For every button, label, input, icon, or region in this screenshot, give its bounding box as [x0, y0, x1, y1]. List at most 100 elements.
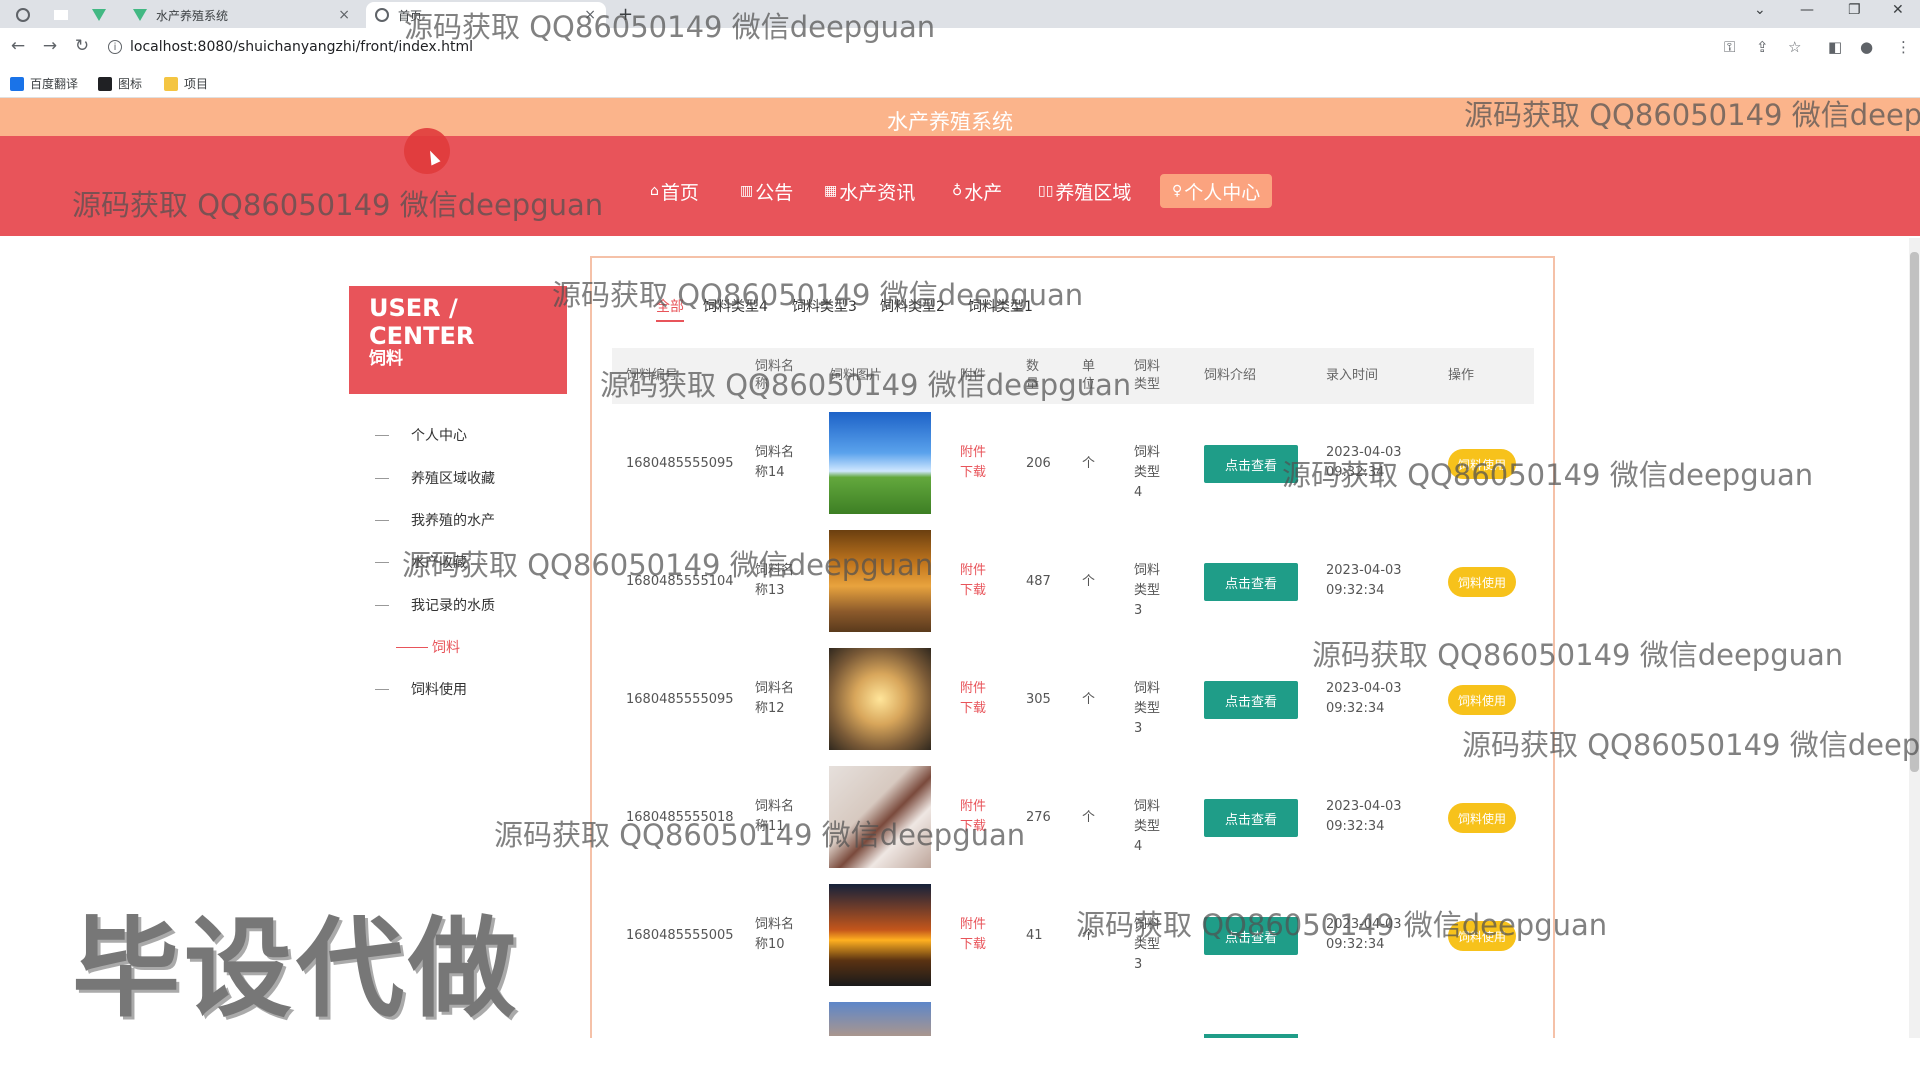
bookmark-label: 百度翻译	[30, 77, 79, 91]
feed-image	[829, 884, 931, 986]
nav-label: 首页	[660, 181, 699, 204]
menu-label: 个人中心	[411, 428, 467, 444]
feed-use-button[interactable]: 饲料使用	[1448, 803, 1516, 833]
feed-quantity: 41	[1026, 928, 1043, 943]
watermark-text: 源码获取 QQ86050149 微信deepguan	[1462, 728, 1920, 762]
site-info-icon[interactable]: i	[108, 40, 122, 54]
feed-type: 饲料类型3	[1134, 681, 1161, 736]
menu-item-water-quality[interactable]: 我记录的水质	[375, 595, 495, 615]
menu-item-my-aquatic[interactable]: 我养殖的水产	[375, 510, 495, 530]
home-icon: ⌂	[650, 183, 659, 199]
restore-icon[interactable]: ❐	[1848, 2, 1861, 18]
watermark-text: 源码获取 QQ86050149 微信deepguan	[1464, 98, 1920, 132]
attach-label: 下载	[960, 937, 987, 952]
nav-label: 个人中心	[1184, 181, 1261, 204]
back-icon[interactable]: ←	[6, 36, 30, 56]
feed-quantity: 487	[1026, 574, 1051, 589]
reload-icon[interactable]: ↻	[70, 36, 94, 56]
watermark-text: 源码获取 QQ86050149 微信deepguan	[1312, 638, 1844, 672]
view-detail-button[interactable]: 点击查看	[1204, 563, 1298, 601]
dash-icon	[375, 604, 389, 606]
col-header: 录入时间	[1326, 368, 1379, 383]
attach-label: 附件	[960, 681, 987, 696]
feed-quantity: 305	[1026, 692, 1051, 707]
feed-unit: 个	[1082, 810, 1096, 825]
view-detail-button[interactable]: 点击查看	[1204, 799, 1298, 837]
attachment-download-link[interactable]: 附件 下载	[960, 679, 986, 719]
nav-area[interactable]: ▯▯ 养殖区域	[1038, 174, 1131, 208]
nav-aquatic[interactable]: ♁ 水产	[952, 174, 1002, 208]
bookmark-item[interactable]: 项目	[164, 75, 208, 92]
watermark-text: 源码获取 QQ86050149 微信deepguan	[404, 10, 936, 44]
nav-label: 公告	[755, 181, 794, 204]
close-tab-icon[interactable]: ×	[338, 7, 350, 23]
feed-type: 饲料类型4	[1134, 799, 1161, 854]
watermark-big-text: 毕设代做	[72, 907, 521, 1032]
attach-label: 附件	[960, 445, 987, 460]
feed-use-button[interactable]: 饲料使用	[1448, 685, 1516, 715]
feed-image	[829, 1002, 931, 1036]
vue-icon	[132, 7, 148, 23]
attach-label: 附件	[960, 917, 987, 932]
browser-tab-app[interactable]: 水产养殖系统 ×	[124, 2, 360, 28]
menu-item-profile[interactable]: 个人中心	[375, 425, 467, 445]
browser-tab[interactable]	[84, 2, 114, 28]
side-panel-icon[interactable]: ◧	[1828, 38, 1842, 56]
nav-home[interactable]: ⌂ 首页	[650, 174, 699, 208]
feed-name: 饲料名称10	[755, 917, 795, 952]
nav-news[interactable]: ▦ 水产资讯	[824, 174, 915, 208]
dash-icon	[396, 646, 428, 648]
browser-tab-label: 水产养殖系统	[156, 8, 229, 23]
forward-icon[interactable]: →	[38, 36, 62, 56]
watermark-text: 源码获取 QQ86050149 微信deepguan	[72, 188, 604, 222]
blank-icon	[54, 10, 68, 20]
col-header: 操作	[1448, 368, 1475, 383]
bookmark-star-icon[interactable]: ☆	[1788, 38, 1801, 56]
col-header: 饲料介绍	[1204, 368, 1257, 383]
browser-tab[interactable]	[46, 2, 76, 28]
dash-icon	[375, 688, 389, 690]
menu-item-feed[interactable]: 饲料	[396, 637, 460, 657]
nav-notice[interactable]: ▥ 公告	[740, 174, 793, 208]
menu-label: 我记录的水质	[411, 598, 495, 614]
translate-icon	[10, 76, 24, 91]
attach-label: 附件	[960, 563, 987, 578]
menu-item-area-favorites[interactable]: 养殖区域收藏	[375, 468, 495, 488]
view-detail-button[interactable]: 点击查看	[1204, 681, 1298, 719]
bookmark-item[interactable]: 百度翻译	[10, 75, 78, 92]
page-scrollbar-thumb[interactable]	[1910, 252, 1919, 772]
key-icon[interactable]: ⚿	[1724, 38, 1735, 56]
menu-kebab-icon[interactable]: ⋮	[1896, 38, 1911, 56]
entry-time: 09:32:34	[1326, 583, 1385, 598]
bookmark-item[interactable]: 图标	[98, 75, 142, 92]
minimize-icon[interactable]: —	[1800, 2, 1814, 18]
col-header: 饲料类型	[1134, 359, 1161, 392]
tab-search-icon[interactable]: ⌄	[1754, 2, 1766, 18]
entry-date: 2023-04-03	[1326, 681, 1402, 696]
page-bottom-edge	[0, 1038, 1920, 1072]
bookmark-label: 图标	[118, 77, 143, 91]
feed-unit: 个	[1082, 456, 1096, 471]
menu-item-feed-usage[interactable]: 饲料使用	[375, 679, 467, 699]
profile-icon[interactable]: ●	[1860, 38, 1873, 56]
attachment-download-link[interactable]: 附件 下载	[960, 561, 986, 601]
dash-icon	[375, 561, 389, 563]
attachment-download-link[interactable]: 附件 下载	[960, 915, 986, 955]
dash-icon	[375, 519, 389, 521]
share-icon[interactable]: ⇪	[1756, 38, 1769, 56]
watermark-text: 源码获取 QQ86050149 微信deepguan	[600, 368, 1132, 402]
feed-use-button[interactable]: 饲料使用	[1448, 567, 1516, 597]
nav-user-center[interactable]: ♀ 个人中心	[1160, 174, 1273, 208]
attach-label: 下载	[960, 583, 987, 598]
globe-icon	[16, 8, 30, 22]
dash-icon	[375, 434, 389, 436]
globe-icon	[374, 7, 390, 23]
attachment-download-link[interactable]: 附件 下载	[960, 443, 986, 483]
browser-tab[interactable]	[8, 2, 38, 28]
area-icon: ▯▯	[1038, 183, 1054, 199]
feed-name: 饲料名称14	[755, 445, 795, 480]
watermark-text: 源码获取 QQ86050149 微信deepguan	[1282, 458, 1814, 492]
watermark-text: 源码获取 QQ86050149 微信deepguan	[402, 548, 934, 582]
close-window-icon[interactable]: ✕	[1892, 2, 1904, 18]
watermark-text: 源码获取 QQ86050149 微信deepguan	[1076, 908, 1608, 942]
